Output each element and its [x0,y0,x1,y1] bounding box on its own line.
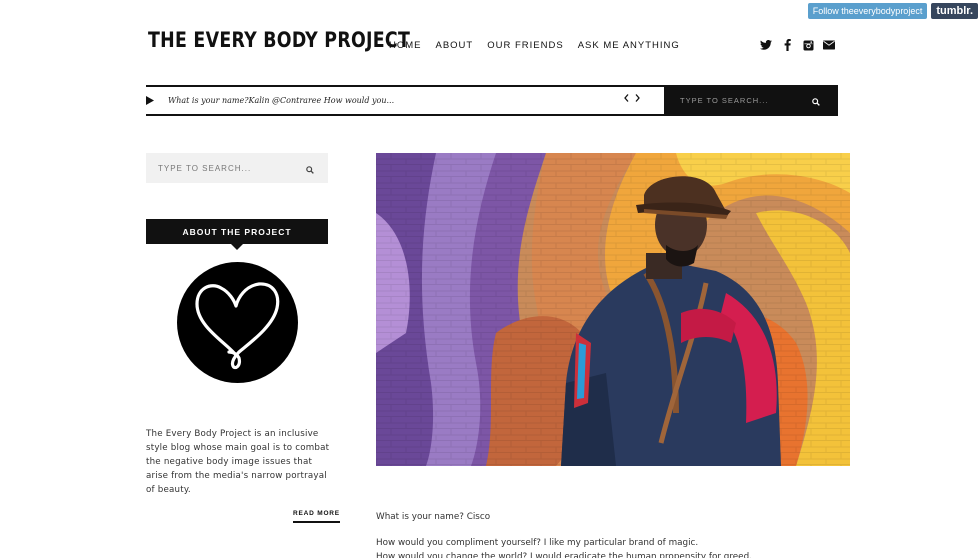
read-more-link[interactable]: READ MORE [293,510,340,523]
about-heading: ABOUT THE PROJECT [146,219,328,244]
post-body: What is your name? Cisco How would you c… [376,510,856,558]
post-line-name: What is your name? Cisco [376,512,491,522]
nav-home[interactable]: HOME [389,40,422,51]
heart-logo [177,262,298,383]
ticker-bar: What is your name?Kalin @Contraree How w… [146,85,838,116]
post-line-change-world: How would you change the world? I would … [376,552,752,558]
nav-ask-me-anything[interactable]: ASK ME ANYTHING [578,40,680,51]
post-line-compliment: How would you compliment yourself? I lik… [376,538,699,548]
header-search-input[interactable] [680,96,790,105]
about-pointer [231,244,243,250]
header-search [664,87,838,114]
sidebar-search-input[interactable] [158,163,278,173]
nav-about[interactable]: ABOUT [436,40,474,51]
chevron-left-icon[interactable] [624,94,629,105]
search-icon[interactable] [812,91,820,110]
tumblr-follow-button[interactable]: Follow theeverybodyproject [807,3,928,19]
sidebar-search [146,153,328,183]
search-icon[interactable] [306,159,314,178]
play-icon[interactable] [146,96,156,106]
tumblr-logo-button[interactable]: tumblr. [931,3,978,19]
tumblr-controls: Follow theeverybodyproject tumblr. [807,3,978,19]
main-nav: HOME ABOUT OUR FRIENDS ASK ME ANYTHING [389,40,680,51]
email-icon[interactable] [823,39,835,51]
facebook-icon[interactable] [781,39,793,51]
post-photo[interactable] [376,153,850,466]
twitter-icon[interactable] [760,39,772,51]
instagram-icon[interactable] [802,39,814,51]
about-text: The Every Body Project is an inclusive s… [146,429,330,495]
ticker-text[interactable]: What is your name?Kalin @Contraree How w… [168,96,394,105]
ticker-feed: What is your name?Kalin @Contraree How w… [146,87,664,114]
nav-our-friends[interactable]: OUR FRIENDS [487,40,563,51]
site-title[interactable]: THE EVERY BODY PROJECT [148,28,410,52]
chevron-right-icon[interactable] [635,94,640,105]
social-links [760,39,835,51]
ticker-arrows [624,94,640,105]
